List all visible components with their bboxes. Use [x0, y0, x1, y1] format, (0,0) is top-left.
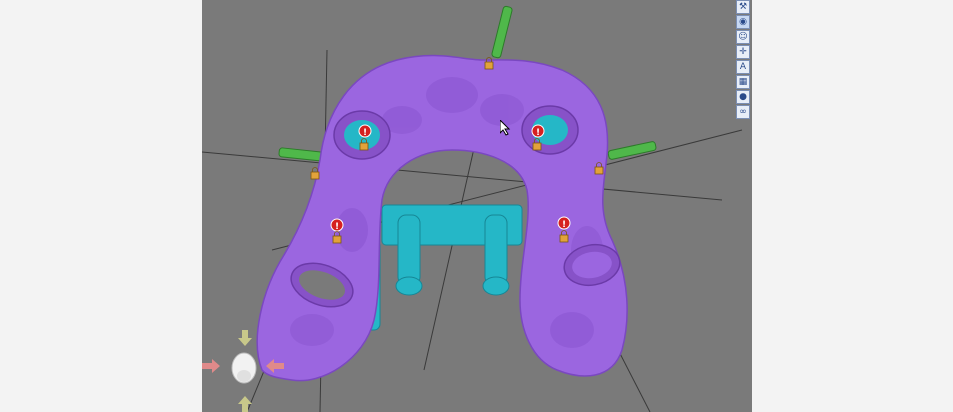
- crosshair-icon[interactable]: ✛: [736, 45, 750, 59]
- svg-text:!: !: [363, 128, 367, 138]
- grid-icon[interactable]: ▦: [736, 75, 750, 89]
- arrow-left-icon: [202, 359, 220, 373]
- mouse-cursor-icon: [500, 120, 511, 136]
- text-tool-icon[interactable]: A: [736, 60, 750, 74]
- lock-icon: [310, 167, 320, 180]
- svg-text:!: !: [335, 222, 339, 232]
- support-structure: [361, 204, 523, 331]
- left-margin: [0, 0, 202, 412]
- cube-view-icon[interactable]: ◉: [736, 15, 750, 29]
- orientation-widget[interactable]: [202, 330, 292, 412]
- link-icon[interactable]: ∞: [736, 105, 750, 119]
- 3d-viewport[interactable]: ! ! ! !: [202, 0, 752, 412]
- arrow-down-icon: [238, 396, 252, 412]
- arrow-right-icon: [266, 359, 284, 373]
- view-toolbar: ⚒ ◉ ☺ ✛ A ▦ ● ∞: [736, 0, 752, 125]
- svg-text:!: !: [536, 128, 540, 138]
- wrench-icon[interactable]: ⚒: [736, 0, 750, 14]
- arrow-up-icon: [238, 330, 252, 346]
- sphere-icon[interactable]: ●: [736, 90, 750, 104]
- face-view-icon[interactable]: ☺: [736, 30, 750, 44]
- right-margin: [752, 0, 953, 412]
- svg-text:!: !: [562, 220, 566, 230]
